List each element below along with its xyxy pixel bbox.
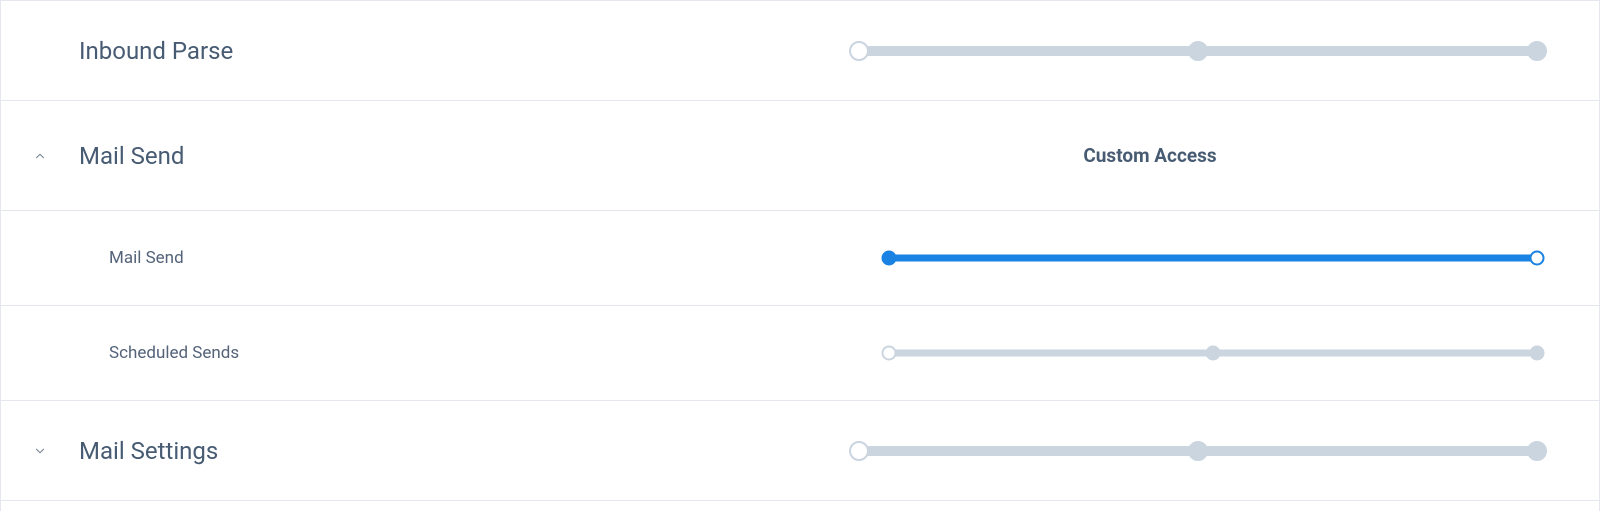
row-mail-send-sub: Mail Send xyxy=(1,211,1599,306)
chevron-up-icon[interactable] xyxy=(31,147,49,165)
slider-handle-read[interactable] xyxy=(1188,441,1208,461)
slider-inbound-parse[interactable] xyxy=(859,42,1599,60)
slider-handle-full[interactable] xyxy=(1527,41,1547,61)
slider-handle-read[interactable] xyxy=(1206,346,1221,361)
row-inbound-parse: Inbound Parse xyxy=(1,1,1599,101)
slider-handle-full[interactable] xyxy=(1530,251,1545,266)
slider-handle-none[interactable] xyxy=(882,251,897,266)
slider-handle-read[interactable] xyxy=(1188,41,1208,61)
slider-handle-none[interactable] xyxy=(849,441,869,461)
label-inbound-parse: Inbound Parse xyxy=(79,37,233,65)
slider-handle-full[interactable] xyxy=(1527,441,1547,461)
row-mail-send-section[interactable]: Mail Send Custom Access xyxy=(1,101,1599,211)
label-scheduled-sends: Scheduled Sends xyxy=(79,343,239,363)
label-mail-send-sub: Mail Send xyxy=(79,248,184,268)
label-mail-send-section: Mail Send xyxy=(79,142,184,170)
row-scheduled-sends: Scheduled Sends xyxy=(1,306,1599,401)
slider-mail-settings[interactable] xyxy=(859,442,1599,460)
slider-handle-none[interactable] xyxy=(882,346,897,361)
chevron-down-icon[interactable] xyxy=(31,442,49,460)
slider-handle-full[interactable] xyxy=(1530,346,1545,361)
label-mail-settings: Mail Settings xyxy=(79,437,218,465)
slider-mail-send[interactable] xyxy=(859,249,1599,267)
row-mail-settings[interactable]: Mail Settings xyxy=(1,401,1599,501)
permissions-list: Inbound Parse Mail Send Custom Access xyxy=(0,0,1600,511)
slider-handle-none[interactable] xyxy=(849,41,869,61)
spacer xyxy=(1,501,1599,511)
summary-mail-send: Custom Access xyxy=(1083,144,1216,167)
slider-scheduled-sends[interactable] xyxy=(859,344,1599,362)
